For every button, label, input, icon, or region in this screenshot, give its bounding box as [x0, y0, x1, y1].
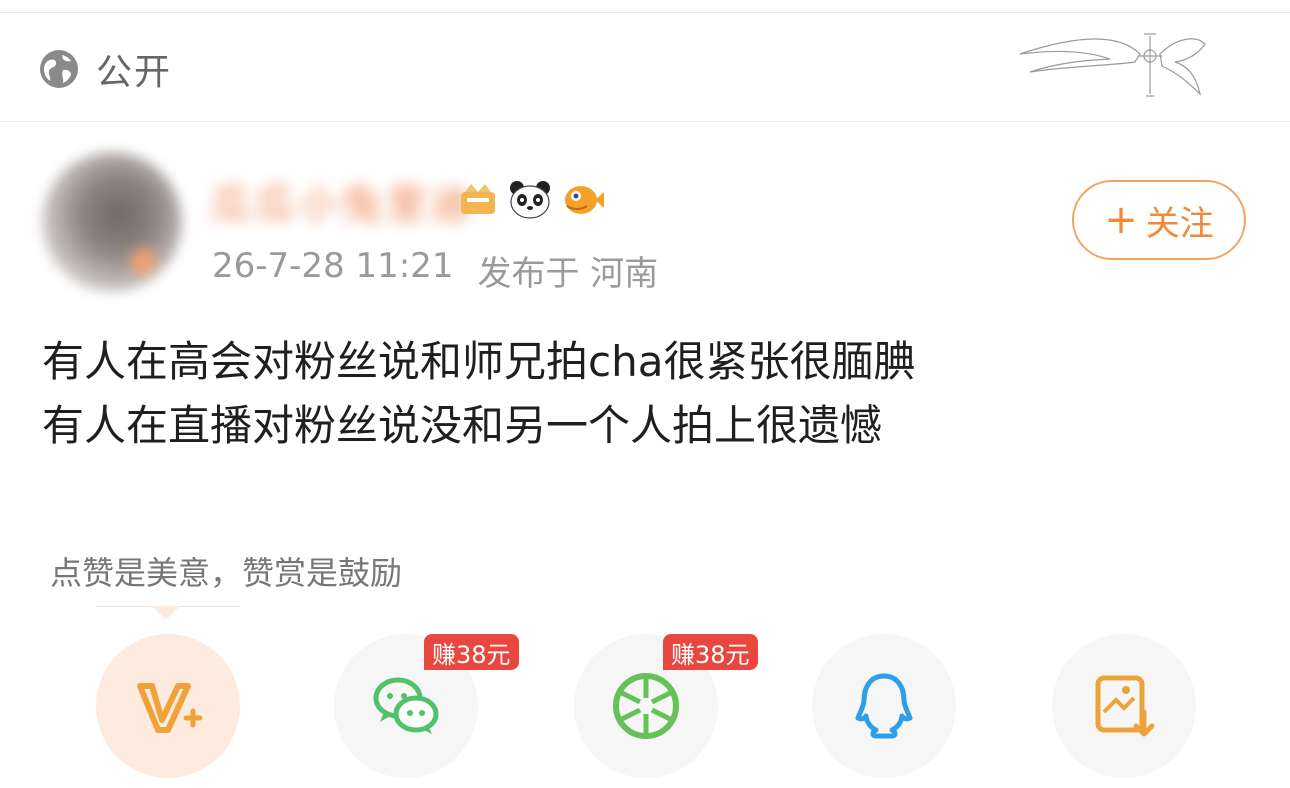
follow-label: 关注	[1145, 203, 1214, 244]
moments-icon	[613, 673, 679, 739]
winged-cross-icon	[1019, 33, 1206, 97]
user-avatar[interactable]	[42, 152, 182, 292]
qq-icon	[855, 673, 913, 739]
save-image-icon	[1095, 675, 1155, 737]
follow-button[interactable]: + 关注	[1072, 180, 1246, 260]
reward-tag: 赚38元	[424, 634, 519, 670]
visibility-label: 公开	[96, 52, 173, 93]
top-divider	[0, 12, 1290, 13]
plus-icon: +	[1104, 197, 1138, 243]
post-content: 有人在高会对粉丝说和师兄拍cha很紧张很腼腆 有人在直播对粉丝说没和另一个人拍上…	[42, 330, 1242, 458]
user-badges	[455, 176, 605, 222]
share-qq-button[interactable]	[812, 634, 956, 778]
panda-icon	[510, 181, 550, 219]
reward-tip: 点赞是美意，赞赏是鼓励	[50, 554, 403, 592]
header-divider	[0, 121, 1290, 122]
username[interactable]: 瓜瓜小兔里迪	[210, 172, 474, 230]
visibility-setting[interactable]: 公开	[38, 44, 172, 94]
post-timestamp: 26-7-28 11:21	[212, 246, 454, 286]
wechat-icon	[373, 677, 439, 734]
crown-badge-icon	[461, 184, 495, 214]
post-location: 发布于 河南	[477, 254, 659, 294]
share-v-plus-button[interactable]	[96, 634, 240, 778]
content-line: 有人在直播对粉丝说没和另一个人拍上很遗憾	[42, 401, 883, 450]
post-meta: 26-7-28 11:21 发布于 河南	[212, 246, 658, 295]
globe-icon	[40, 50, 78, 88]
reward-tag: 赚38元	[663, 634, 758, 670]
content-line: 有人在高会对粉丝说和师兄拍cha很紧张很腼腆	[42, 337, 916, 386]
share-save-image-button[interactable]	[1052, 634, 1196, 778]
tip-pointer	[152, 606, 180, 620]
pufferfish-icon	[565, 186, 604, 214]
v-plus-icon	[137, 683, 203, 733]
